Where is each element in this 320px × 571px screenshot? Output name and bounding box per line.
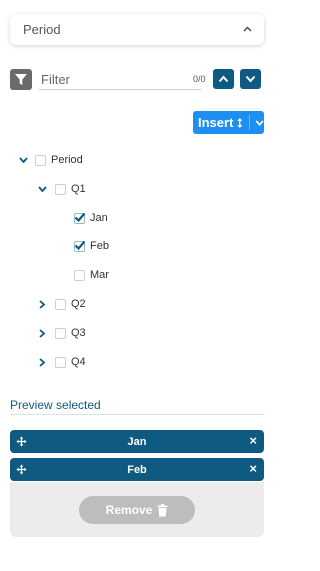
q2-checkbox[interactable] [55,298,66,310]
next-match-button[interactable] [240,69,261,89]
tree-node-q1[interactable]: Q1 [37,180,86,198]
close-icon[interactable]: × [249,434,257,448]
tree-label: Jan [90,212,108,224]
tree-label: Q2 [71,298,86,310]
chevron-right-icon[interactable] [37,328,47,338]
sort-arrows-icon [237,117,243,128]
tree-node-period[interactable]: Period [18,151,83,169]
period-checkbox[interactable] [35,154,46,166]
jan-checkbox[interactable] [74,212,86,224]
tree-label: Q1 [71,183,86,195]
filter-input[interactable] [39,69,201,90]
chevron-down-icon[interactable] [37,184,47,194]
tree-label: Q3 [71,327,86,339]
tree-node-q3[interactable]: Q3 [37,324,86,342]
tree-node-q2[interactable]: Q2 [37,295,86,313]
remove-button[interactable]: Remove [79,496,195,524]
preview-selected-title: Preview selected [10,398,101,412]
insert-label: Insert [198,115,234,130]
trash-icon [157,503,168,516]
header-title: Period [23,22,61,37]
q1-checkbox[interactable] [55,183,66,195]
checkmark-icon [74,212,86,222]
period-header-card[interactable]: Period [10,14,264,45]
move-icon[interactable] [16,464,27,475]
q3-checkbox[interactable] [55,327,66,339]
filter-row: 0/0 [10,69,264,91]
chevron-down-icon[interactable] [255,119,264,127]
selected-item-jan[interactable]: Jan × [10,430,264,453]
tree-label: Mar [90,269,109,281]
chevron-right-icon[interactable] [37,299,47,309]
match-counter: 0/0 [193,74,206,84]
divider [10,414,264,415]
close-icon[interactable]: × [249,462,257,476]
mar-checkbox[interactable] [74,269,85,281]
tree-label: Period [51,154,83,166]
chevron-up-icon[interactable] [243,24,252,35]
tree-node-q4[interactable]: Q4 [37,353,86,371]
tree-label: Q4 [71,356,86,368]
q4-checkbox[interactable] [55,356,66,368]
chevron-up-icon [218,75,229,83]
chevron-down-icon[interactable] [18,155,28,165]
filter-icon[interactable] [10,69,32,90]
tree-node-jan[interactable]: Jan [74,209,108,227]
move-icon[interactable] [16,436,27,447]
selected-item-label: Feb [127,463,147,476]
selected-item-label: Jan [127,435,147,448]
remove-area: Remove [10,482,264,537]
tree-node-mar[interactable]: Mar [74,266,109,284]
insert-divider [248,115,250,130]
feb-checkbox[interactable] [74,240,86,252]
tree-node-feb[interactable]: Feb [74,237,109,255]
chevron-right-icon[interactable] [37,357,47,367]
selected-item-feb[interactable]: Feb × [10,458,264,481]
remove-label: Remove [105,503,153,517]
tree-label: Feb [90,240,109,252]
checkmark-icon [74,240,86,250]
chevron-down-icon [245,75,256,83]
previous-match-button[interactable] [213,69,234,89]
insert-button[interactable]: Insert [193,111,264,134]
